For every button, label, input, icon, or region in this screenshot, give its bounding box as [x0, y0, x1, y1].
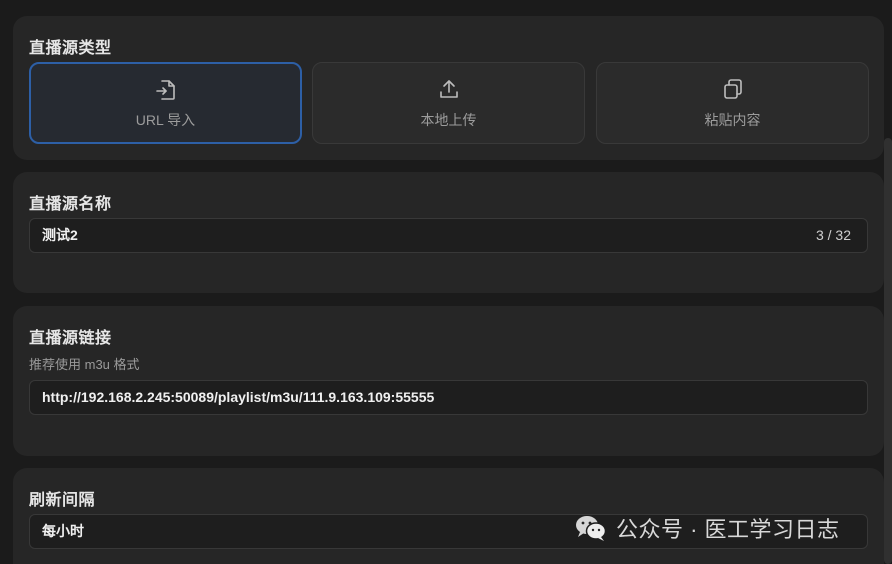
watermark-text: 公众号 · 医工学习日志: [616, 517, 840, 542]
source-link-title: 直播源链接: [29, 330, 112, 347]
source-link-value: http://192.168.2.245:50089/playlist/m3u/…: [42, 389, 435, 405]
watermark: 公众号 · 医工学习日志: [574, 510, 840, 546]
source-type-title: 直播源类型: [29, 40, 112, 57]
local-upload-label: 本地上传: [420, 112, 477, 128]
url-import-label: URL 导入: [135, 112, 196, 128]
url-import-option[interactable]: URL 导入: [29, 62, 302, 144]
wechat-icon: [576, 516, 607, 541]
upload-icon: [439, 80, 458, 98]
refresh-interval-title: 刷新间隔: [29, 492, 96, 509]
file-import-icon: [155, 80, 175, 100]
copy-icon: [723, 79, 742, 99]
format-hint: 推荐使用 m3u 格式: [29, 357, 140, 372]
page: 直播源类型 URL 导入 本地上传 粘贴内容 直播源名称 测试2 3 / 32 …: [0, 0, 892, 564]
source-name-value: 测试2: [42, 227, 78, 243]
source-name-title: 直播源名称: [29, 196, 112, 213]
source-name-input[interactable]: 测试2 3 / 32: [29, 218, 868, 253]
scrollbar[interactable]: [884, 138, 892, 564]
char-counter: 3 / 32: [815, 227, 851, 243]
source-type-card: 直播源类型 URL 导入 本地上传 粘贴内容: [13, 16, 884, 160]
refresh-interval-value: 每小时: [42, 523, 84, 539]
paste-content-option[interactable]: 粘贴内容: [596, 62, 869, 144]
source-link-input[interactable]: http://192.168.2.245:50089/playlist/m3u/…: [29, 380, 868, 415]
source-name-card: 直播源名称 测试2 3 / 32: [13, 172, 884, 293]
source-type-options: URL 导入 本地上传 粘贴内容: [29, 62, 869, 144]
local-upload-option[interactable]: 本地上传: [312, 62, 585, 144]
source-link-card: 直播源链接 推荐使用 m3u 格式 http://192.168.2.245:5…: [13, 306, 884, 456]
paste-content-label: 粘贴内容: [704, 112, 761, 128]
